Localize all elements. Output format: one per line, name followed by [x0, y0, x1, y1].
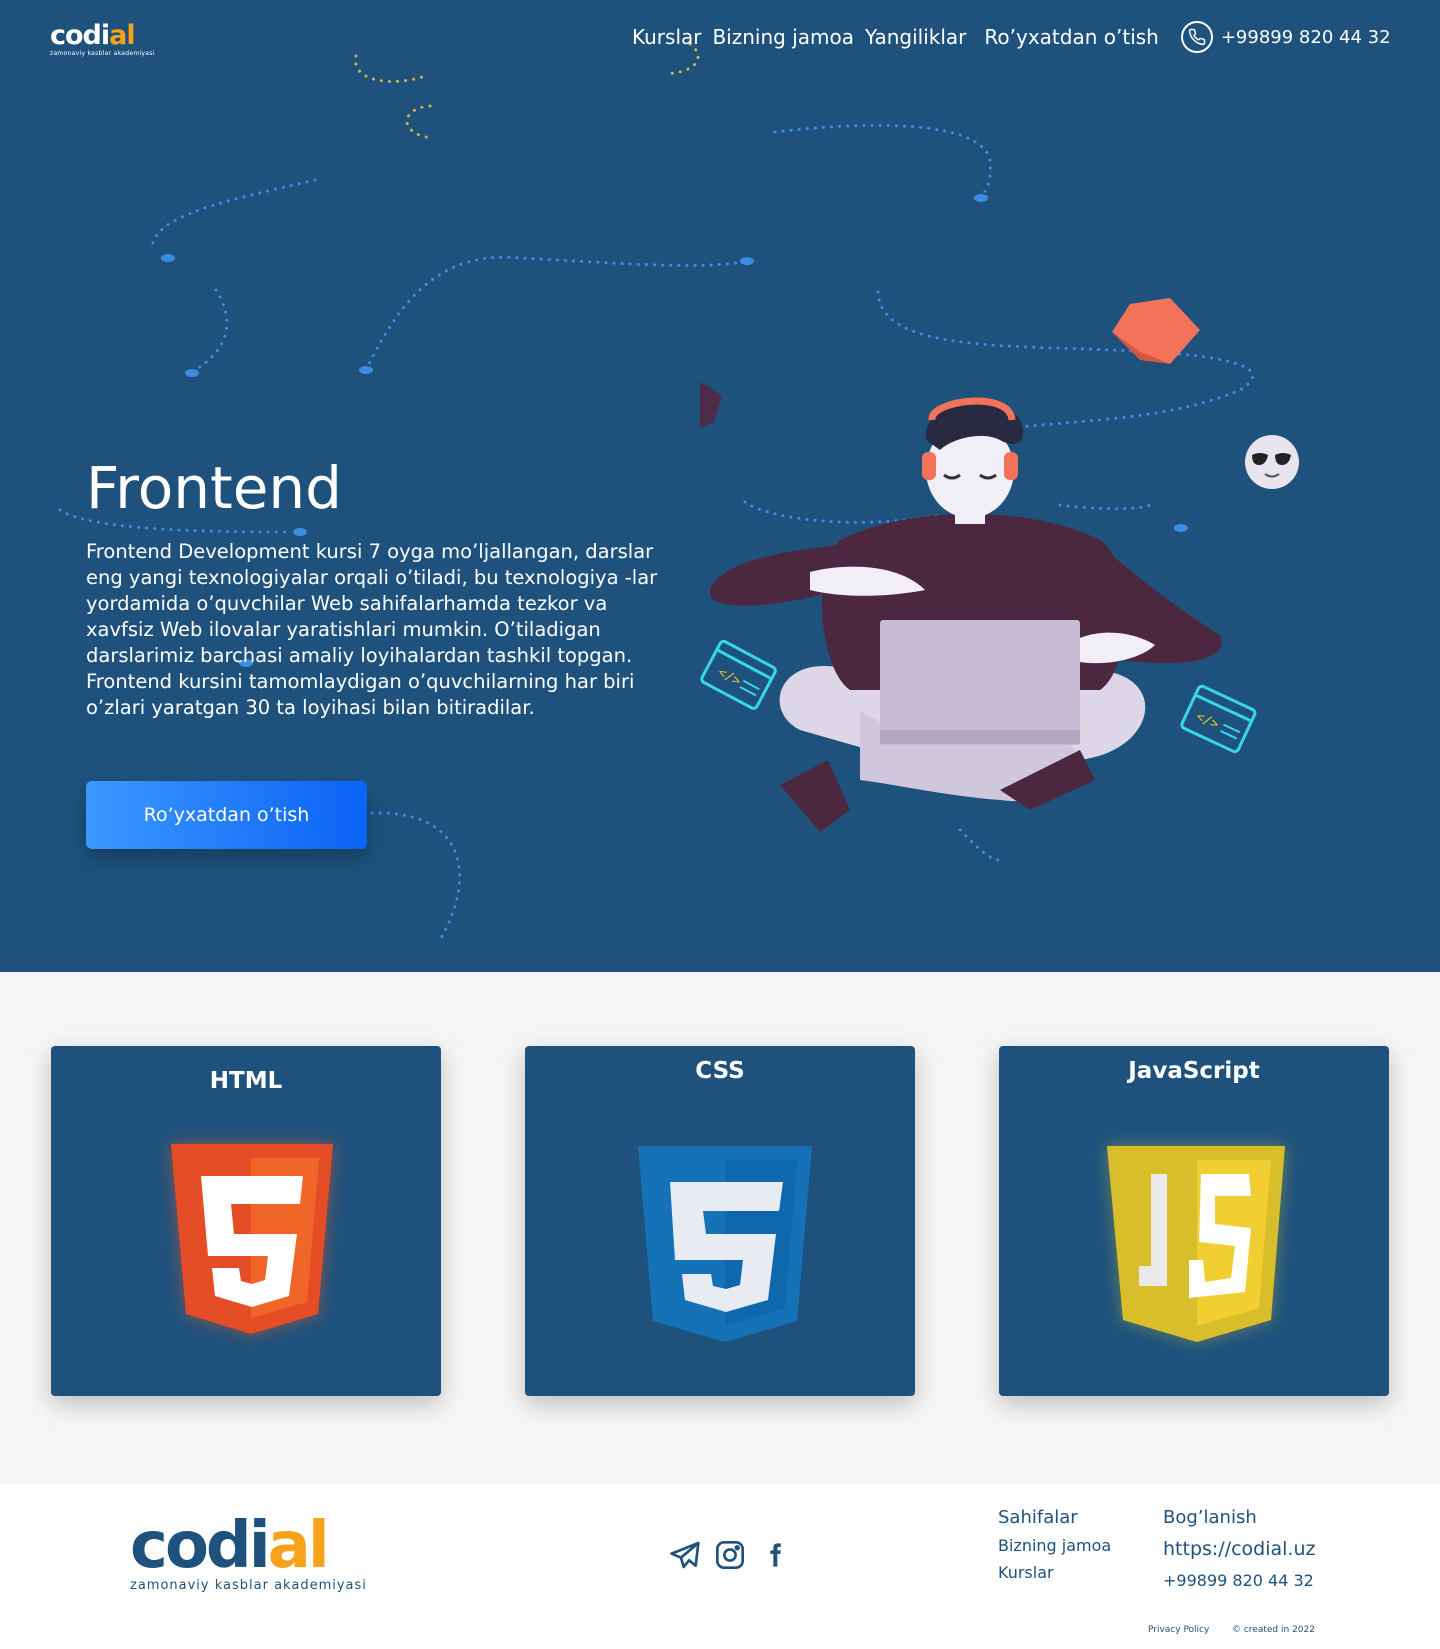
svg-text:</>: </>: [1193, 709, 1221, 733]
dark-cube-icon: [700, 381, 722, 428]
code-window-icon: </>: [1180, 684, 1257, 754]
cool-emoji-icon: [1245, 435, 1299, 489]
logo-text: codi: [130, 1509, 271, 1583]
footer-contact-column: Bog’lanish https://codial.uz +99899 820 …: [1163, 1504, 1316, 1596]
facebook-icon[interactable]: [758, 1538, 792, 1572]
developer-illustration: </> </>: [700, 298, 1299, 832]
logo-tagline: zamonaviy kasblar akademiyasi: [50, 50, 155, 57]
social-links: [668, 1538, 803, 1572]
register-button[interactable]: Ro’yxatdan o’tish: [86, 781, 367, 849]
footer-pages-heading: Sahifalar: [998, 1507, 1078, 1528]
css-card[interactable]: CSS: [525, 1046, 915, 1396]
main-nav: Kurslar Bizning jamoa Yangiliklar Ro’yxa…: [632, 21, 1391, 53]
footer-contact-heading: Bog’lanish: [1163, 1507, 1257, 1528]
javascript-card[interactable]: JavaScript: [999, 1046, 1389, 1396]
css3-icon: [638, 1146, 812, 1342]
svg-text:</>: </>: [715, 665, 743, 689]
logo-text: codi: [50, 20, 110, 51]
orange-cube-icon: [1112, 298, 1200, 364]
nav-yangiliklar[interactable]: Yangiliklar: [865, 25, 966, 49]
header-logo[interactable]: codial zamonaviy kasblar akademiyasi: [50, 20, 155, 60]
logo-accent: al: [109, 20, 136, 51]
footer: codial zamonaviy kasblar akademiyasi Sah…: [0, 1484, 1440, 1649]
hero-description: Frontend Development kursi 7 oyga mo’lja…: [86, 540, 658, 719]
hero-section: codial zamonaviy kasblar akademiyasi Kur…: [0, 0, 1440, 972]
header-phone[interactable]: +99899 820 44 32: [1180, 21, 1391, 53]
footer-link-kurslar[interactable]: Kurslar: [998, 1559, 1111, 1586]
logo-tagline: zamonaviy kasblar akademiyasi: [130, 1578, 367, 1593]
privacy-policy-link[interactable]: Privacy Policy: [1148, 1625, 1209, 1635]
logo-accent: al: [267, 1509, 330, 1583]
html-card[interactable]: HTML: [51, 1046, 441, 1396]
tech-cards-section: HTML CSS JavaScript: [0, 972, 1440, 1484]
code-window-icon: </>: [700, 639, 777, 710]
footer-link-bizning-jamoa[interactable]: Bizning jamoa: [998, 1532, 1111, 1559]
javascript-icon: [1107, 1146, 1285, 1342]
nav-bizning-jamoa[interactable]: Bizning jamoa: [712, 25, 854, 49]
html5-icon: [171, 1144, 333, 1334]
footer-website-link[interactable]: https://codial.uz: [1163, 1532, 1316, 1566]
telegram-icon[interactable]: [668, 1538, 702, 1572]
hero-title: Frontend: [86, 454, 342, 522]
footer-logo[interactable]: codial zamonaviy kasblar akademiyasi: [130, 1514, 367, 1604]
footer-pages-column: Sahifalar Bizning jamoa Kurslar: [998, 1504, 1111, 1586]
instagram-icon[interactable]: [713, 1538, 747, 1572]
nav-kurslar[interactable]: Kurslar: [632, 25, 701, 49]
nav-register[interactable]: Ro’yxatdan o’tish: [984, 25, 1158, 49]
phone-number: +99899 820 44 32: [1220, 26, 1391, 48]
copyright-text: © created in 2022: [1232, 1625, 1315, 1635]
phone-icon: [1180, 21, 1213, 53]
footer-phone-link[interactable]: +99899 820 44 32: [1163, 1566, 1316, 1596]
